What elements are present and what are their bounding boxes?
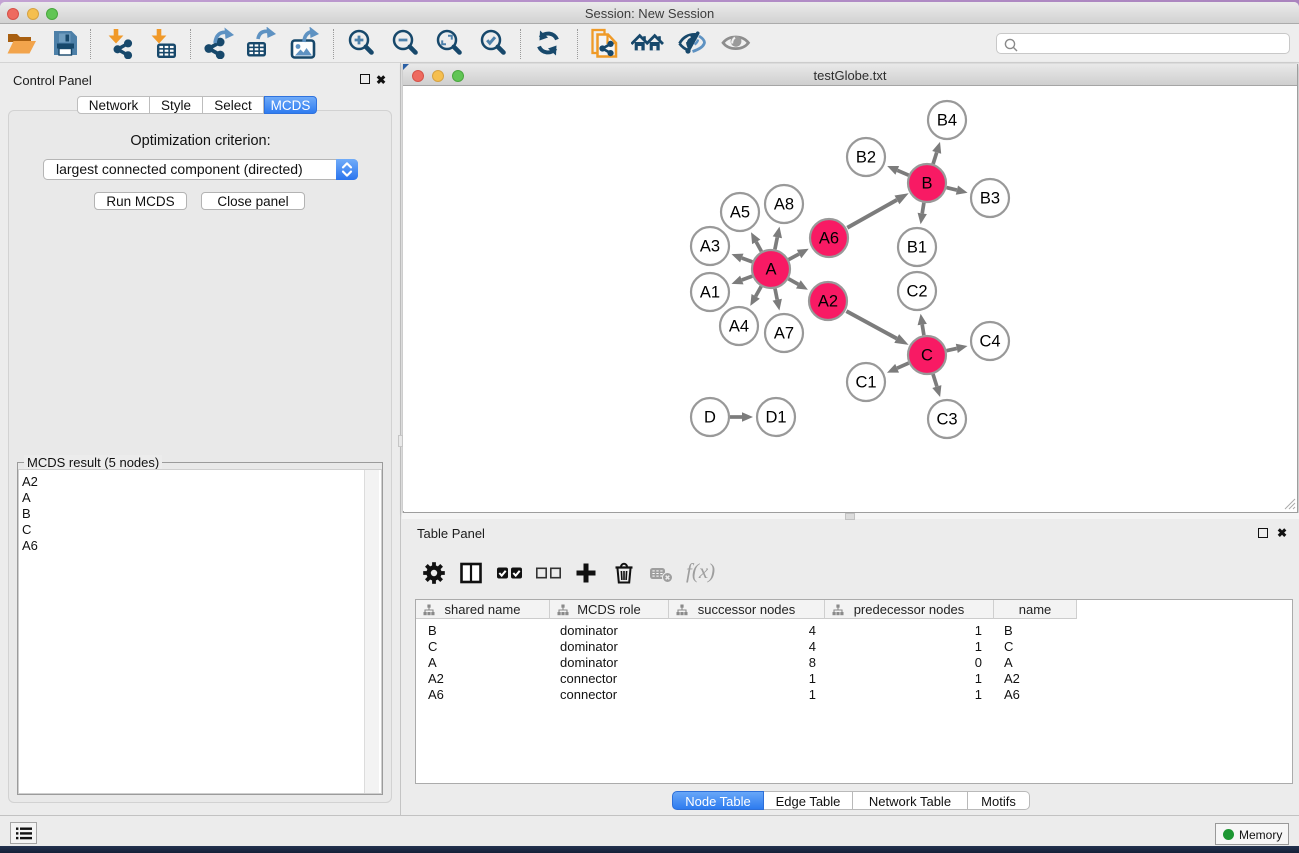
svg-text:B4: B4 <box>937 112 957 130</box>
svg-text:A1: A1 <box>700 284 720 302</box>
svg-text:D1: D1 <box>765 409 786 427</box>
svg-text:B1: B1 <box>907 239 927 257</box>
svg-text:A6: A6 <box>819 230 839 248</box>
svg-text:C3: C3 <box>936 411 957 429</box>
svg-text:A7: A7 <box>774 325 794 343</box>
svg-text:A5: A5 <box>730 204 750 222</box>
svg-text:B: B <box>921 175 932 193</box>
svg-text:A: A <box>765 261 776 279</box>
svg-text:A3: A3 <box>700 238 720 256</box>
svg-text:A4: A4 <box>729 318 749 336</box>
svg-text:C1: C1 <box>855 374 876 392</box>
svg-text:B2: B2 <box>856 149 876 167</box>
svg-text:B3: B3 <box>980 190 1000 208</box>
svg-text:A8: A8 <box>774 196 794 214</box>
svg-text:C4: C4 <box>979 333 1000 351</box>
svg-text:D: D <box>704 409 716 427</box>
svg-text:C: C <box>921 347 933 365</box>
svg-text:C2: C2 <box>906 283 927 301</box>
svg-text:A2: A2 <box>818 293 838 311</box>
